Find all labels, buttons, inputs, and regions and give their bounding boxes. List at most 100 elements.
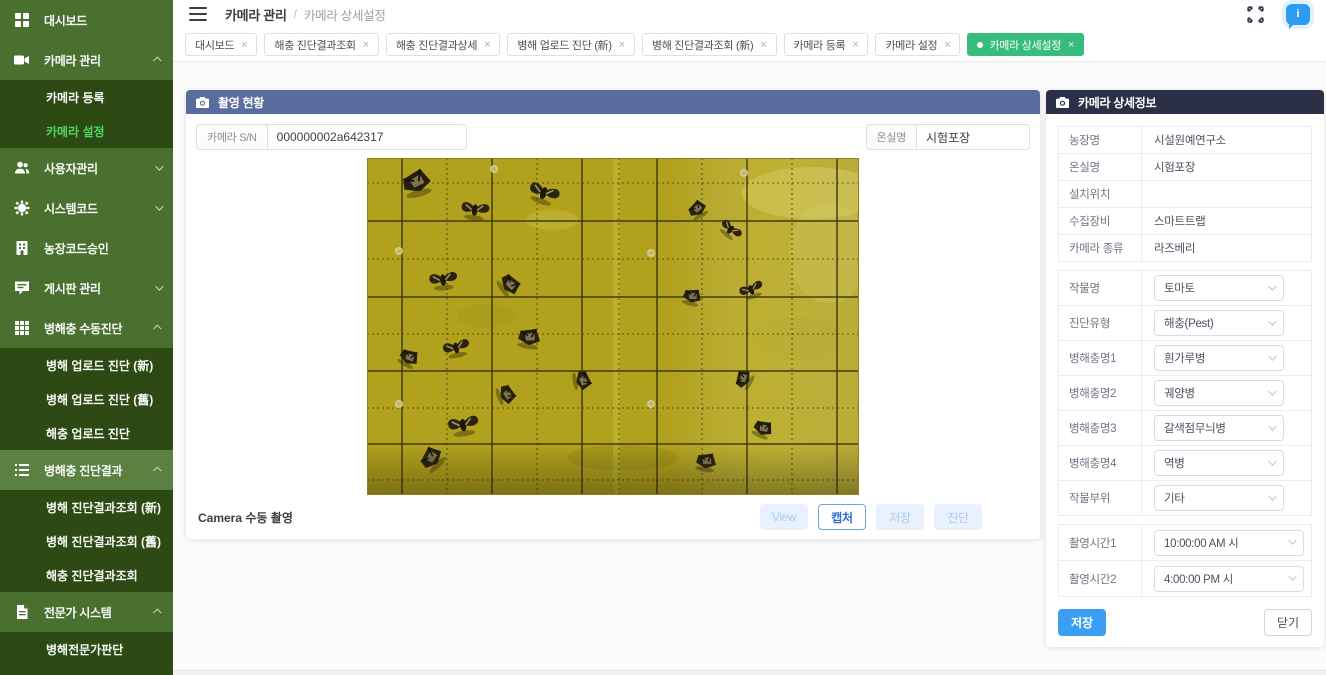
users-icon [14, 160, 30, 176]
row-label: 작물명 [1059, 271, 1142, 306]
table-row: 온실명시험포장 [1059, 154, 1312, 181]
gear-icon [14, 200, 30, 216]
row-value [1142, 181, 1312, 208]
chat-icon[interactable]: i [1286, 4, 1310, 25]
sidebar-item-label: 병해충 진단결과 [44, 462, 155, 479]
tab-active[interactable]: 카메라 상세설정× [967, 33, 1084, 56]
tab-label: 대시보드 [195, 37, 234, 53]
table-row: 설치위치 [1059, 181, 1312, 208]
greenhouse-input[interactable] [916, 124, 1030, 150]
shooting-panel-body: 카메라 S/N 온실명 Camera 수동 촬영 View캡처저장진단 [186, 114, 1040, 530]
select-dropdown[interactable]: 10:00:00 AM 시 [1154, 530, 1304, 556]
detail-panel-footer: 저장 닫기 [1058, 609, 1312, 636]
sidebar-subitem[interactable]: 병해전문가판단 [0, 632, 173, 666]
tab-close-icon[interactable]: × [484, 39, 490, 51]
tab-close-icon[interactable]: × [363, 39, 369, 51]
chevron-down-icon [155, 282, 163, 290]
view-button[interactable]: View [760, 504, 808, 530]
sidebar-item[interactable]: 병해충 진단결과 [0, 450, 173, 490]
table-row: 병해충명2궤양병 [1059, 376, 1312, 411]
diagnose-button[interactable]: 진단 [934, 504, 982, 530]
tab-item[interactable]: 병해 업로드 진단 (新)× [507, 33, 635, 56]
select-dropdown[interactable]: 갈색점무늬병 [1154, 415, 1284, 441]
dashboard-icon [14, 12, 30, 28]
menu-toggle-icon[interactable] [189, 7, 207, 21]
row-label: 카메라 종류 [1059, 235, 1142, 262]
tab-item[interactable]: 해충 진단결과조회× [264, 33, 378, 56]
sidebar-subitem[interactable]: 카메라 설정 [0, 114, 173, 148]
shooting-panel: 촬영 현황 카메라 S/N 온실명 [186, 90, 1040, 539]
tab-close-icon[interactable]: × [944, 39, 950, 51]
tab-close-icon[interactable]: × [241, 39, 247, 51]
save-button[interactable]: 저장 [1058, 609, 1106, 636]
sidebar-subitem[interactable]: 병해 업로드 진단 (舊) [0, 382, 173, 416]
breadcrumb-page: 카메라 상세설정 [304, 5, 386, 24]
capture-button[interactable]: 캡처 [818, 504, 866, 530]
row-label: 병해충명1 [1059, 341, 1142, 376]
tab-bar: 대시보드×해충 진단결과조회×해충 진단결과상세×병해 업로드 진단 (新)×병… [173, 28, 1326, 62]
sidebar-subitem[interactable]: 해충 진단결과조회 [0, 558, 173, 592]
select-value: 역병 [1164, 455, 1185, 471]
sidebar-item[interactable]: 사용자관리 [0, 148, 173, 188]
tab-item[interactable]: 대시보드 × [185, 33, 257, 56]
detail-panel-body: 농장명시설원예연구소온실명시험포장설치위치수집장비스마트트랩카메라 종류라즈베리… [1046, 114, 1324, 648]
tab-item[interactable]: 카메라 설정 × [875, 33, 960, 56]
sidebar-subitem-label: 카메라 등록 [46, 89, 105, 106]
row-label: 병해충명4 [1059, 446, 1142, 481]
sidebar-item-label: 게시판 관리 [44, 280, 155, 297]
tab-close-icon[interactable]: × [1068, 39, 1074, 51]
select-value: 기타 [1164, 490, 1185, 506]
chevron-down-icon [1268, 387, 1277, 396]
fullscreen-icon[interactable] [1247, 6, 1264, 23]
tab-item[interactable]: 해충 진단결과상세 × [386, 33, 500, 56]
sidebar-item[interactable]: 게시판 관리 [0, 268, 173, 308]
sidebar-subitem[interactable]: 병해 진단결과조회 (新) [0, 490, 173, 524]
tab-item[interactable]: 병해 진단결과조회 (新) × [642, 33, 777, 56]
sidebar-item[interactable]: 카메라 관리 [0, 40, 173, 80]
content-area: 촬영 현황 카메라 S/N 온실명 [173, 62, 1326, 675]
sidebar-item[interactable]: 대시보드 [0, 0, 173, 40]
tab-close-icon[interactable]: × [619, 39, 625, 51]
table-row: 작물부위 기타 [1059, 481, 1312, 516]
tab-close-icon[interactable]: × [760, 39, 766, 51]
sidebar-subitem[interactable]: 병해 진단결과조회 (舊) [0, 524, 173, 558]
select-dropdown[interactable]: 기타 [1154, 485, 1284, 511]
select-dropdown[interactable]: 토마토 [1154, 275, 1284, 301]
row-label: 작물부위 [1059, 481, 1142, 516]
select-dropdown[interactable]: 흰가루병 [1154, 345, 1284, 371]
select-dropdown[interactable]: 4:00:00 PM 시 [1154, 566, 1304, 592]
sidebar-item-label: 시스템코드 [44, 200, 155, 217]
save-image-button[interactable]: 저장 [876, 504, 924, 530]
select-dropdown[interactable]: 궤양병 [1154, 380, 1284, 406]
sidebar-item[interactable]: 시스템코드 [0, 188, 173, 228]
shooting-buttons: View 캡처 저장 진단 [760, 504, 982, 530]
sidebar-item[interactable]: 병해충 수동진단 [0, 308, 173, 348]
sidebar-subitem[interactable]: 병해 업로드 진단 (新) [0, 348, 173, 382]
list-icon [14, 462, 30, 478]
tab-label: 해충 진단결과상세 [396, 37, 477, 53]
greenhouse-group: 온실명 [866, 124, 1030, 150]
close-button[interactable]: 닫기 [1264, 609, 1312, 636]
tab-item[interactable]: 카메라 등록× [784, 33, 869, 56]
table-row: 촬영시간110:00:00 AM 시 [1059, 525, 1312, 561]
sidebar-item[interactable]: 전문가 시스템 [0, 592, 173, 632]
camera-sn-input[interactable] [267, 124, 467, 150]
topbar: 카메라 관리 / 카메라 상세설정 i [173, 0, 1326, 28]
sidebar-subitem[interactable]: 카메라 등록 [0, 80, 173, 114]
select-value: 갈색점무늬병 [1164, 420, 1226, 436]
sidebar-item[interactable]: 농장코드승인 [0, 228, 173, 268]
tab-close-icon[interactable]: × [852, 39, 858, 51]
camera-info-table: 농장명시설원예연구소온실명시험포장설치위치수집장비스마트트랩카메라 종류라즈베리 [1058, 126, 1312, 262]
table-row: 농장명시설원예연구소 [1059, 127, 1312, 154]
detail-panel-header: 카메라 상세정보 [1046, 90, 1324, 114]
select-dropdown[interactable]: 해충(Pest) [1154, 310, 1284, 336]
sidebar-subitem-label: 병해 진단결과조회 (舊) [46, 533, 161, 550]
tab-label: 병해 진단결과조회 (新) [652, 37, 754, 53]
row-label: 촬영시간2 [1059, 561, 1142, 597]
sidebar-item-label: 전문가 시스템 [44, 604, 155, 621]
camera-sn-label: 카메라 S/N [196, 124, 267, 150]
select-dropdown[interactable]: 역병 [1154, 450, 1284, 476]
sidebar-subitem[interactable]: 해충 업로드 진단 [0, 416, 173, 450]
sidebar-subitem-label: 카메라 설정 [46, 123, 105, 140]
tab-label: 카메라 설정 [885, 37, 937, 53]
